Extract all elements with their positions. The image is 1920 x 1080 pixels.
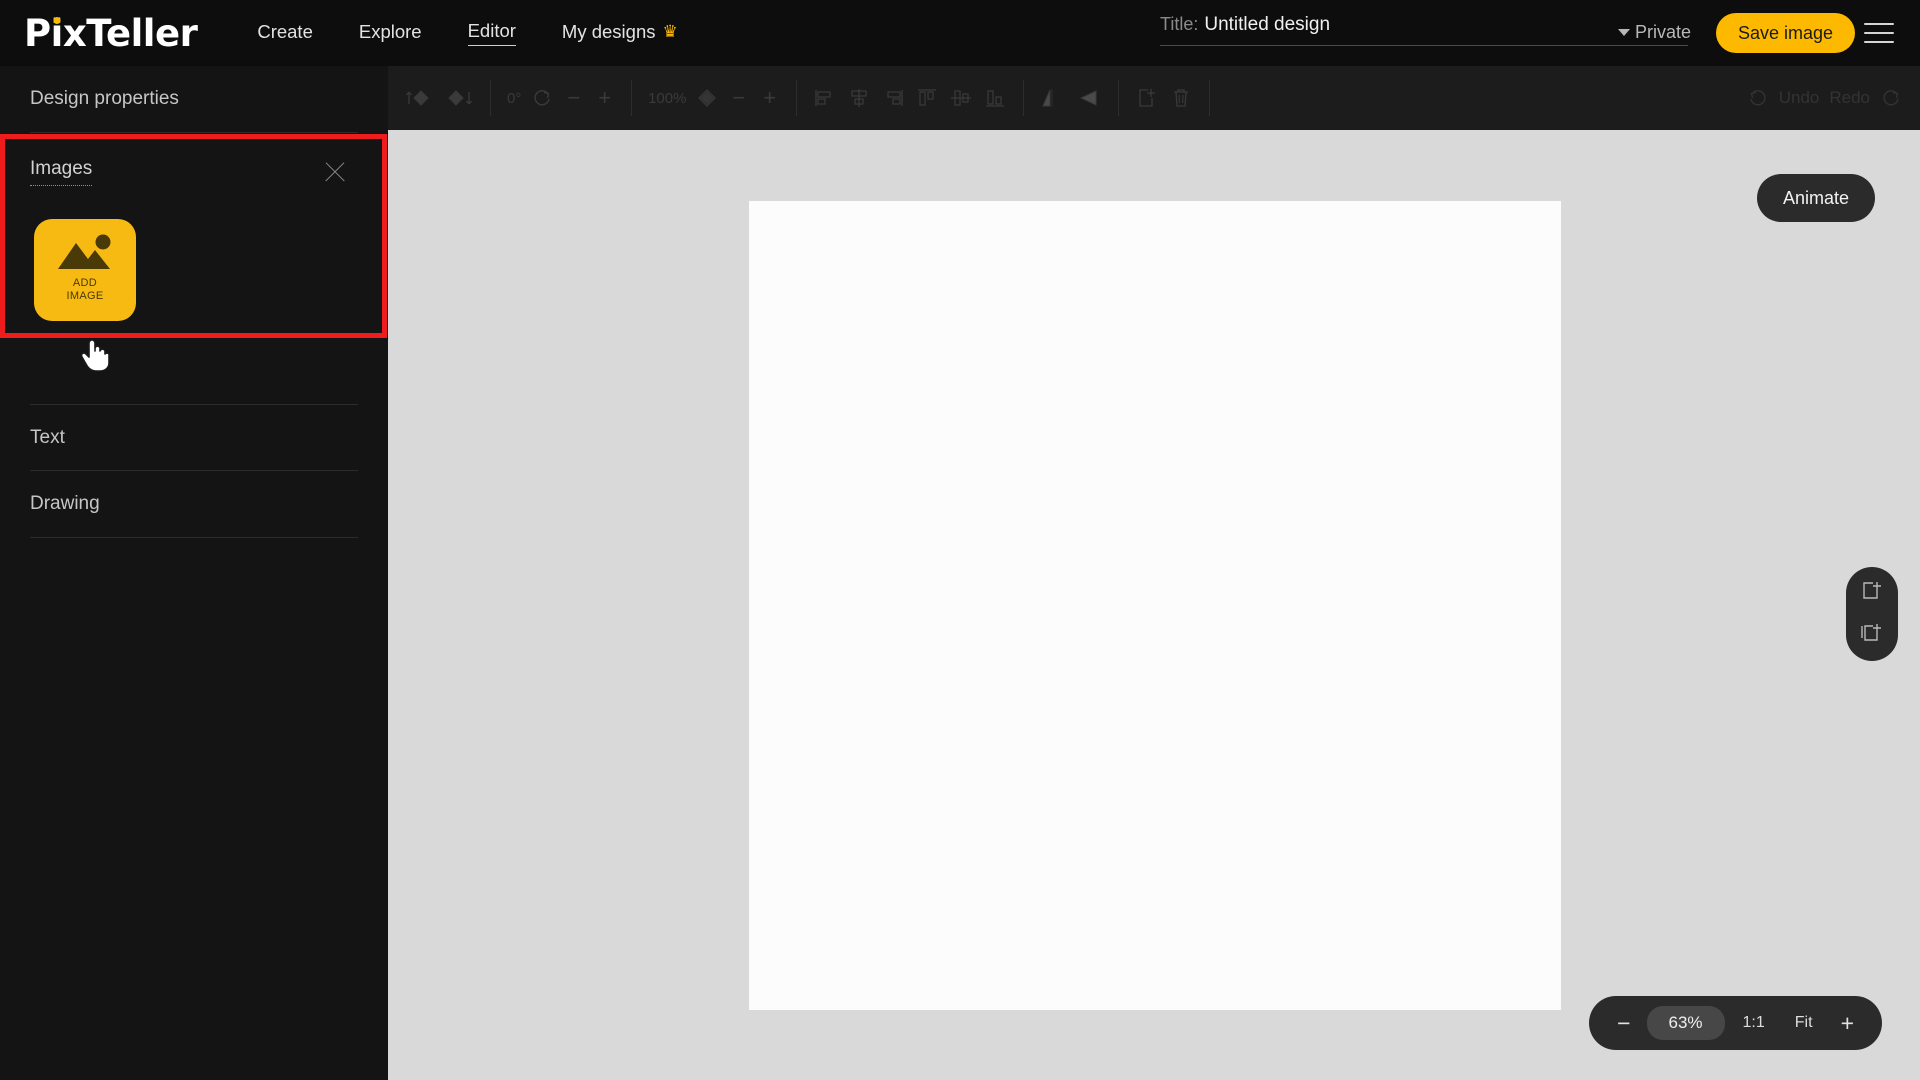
undo-redo-group: Undo Redo bbox=[1747, 87, 1902, 109]
sidebar-item-text-label: Text bbox=[30, 426, 65, 448]
align-top-icon[interactable] bbox=[915, 87, 939, 109]
nav-link-my-designs-label: My designs bbox=[561, 20, 656, 42]
toolbar-group-opacity: 100% − + bbox=[632, 80, 798, 116]
opacity-decrease-button[interactable]: − bbox=[728, 87, 749, 109]
design-title-input[interactable] bbox=[1204, 14, 1688, 36]
nav-link-explore[interactable]: Explore bbox=[359, 21, 422, 46]
sidebar-item-design-properties-label: Design properties bbox=[30, 88, 179, 109]
sidebar-item-drawing-label: Drawing bbox=[30, 493, 100, 514]
layer-send-backward-icon[interactable] bbox=[444, 87, 474, 109]
duplicate-frame-icon[interactable] bbox=[1859, 620, 1885, 649]
redo-label[interactable]: Redo bbox=[1829, 88, 1870, 108]
close-icon[interactable] bbox=[320, 157, 350, 187]
layer-bring-forward-icon[interactable] bbox=[404, 87, 434, 109]
pixteller-logo[interactable]: PixTeller bbox=[24, 11, 198, 55]
canvas-stage: Animate − 63% 1:1 Fit + bbox=[388, 130, 1920, 1080]
logo-i-dot: i bbox=[50, 11, 64, 55]
undo-arrow-icon[interactable] bbox=[1747, 87, 1769, 109]
images-panel-title: Images bbox=[30, 158, 93, 186]
privacy-dropdown[interactable]: Private bbox=[1618, 22, 1691, 43]
duplicate-object-icon[interactable] bbox=[1135, 86, 1159, 110]
zoom-out-button[interactable]: − bbox=[1607, 1011, 1640, 1035]
logo-teller-text: Teller bbox=[86, 11, 198, 55]
hamburger-menu-icon[interactable] bbox=[1864, 20, 1894, 46]
redo-arrow-icon[interactable] bbox=[1880, 87, 1902, 109]
align-right-icon[interactable] bbox=[881, 87, 905, 109]
add-image-tile-label: ADD IMAGE bbox=[67, 277, 104, 303]
toolbar-group-flip bbox=[1024, 80, 1120, 116]
toolbar-group-object bbox=[1119, 80, 1211, 116]
undo-label[interactable]: Undo bbox=[1779, 88, 1820, 108]
toolbar-group-align bbox=[797, 80, 1025, 116]
top-navigation-bar: PixTeller Create Explore Editor My desig… bbox=[0, 0, 1920, 66]
editor-toolbar: 0° − + 100% − + Undo Redo bbox=[388, 66, 1920, 130]
opacity-increase-button[interactable]: + bbox=[759, 87, 780, 109]
opacity-value: 100% bbox=[648, 89, 687, 107]
sidebar-item-text[interactable]: Text bbox=[30, 404, 358, 471]
logo-pix-text: Pix bbox=[24, 11, 87, 55]
design-canvas[interactable] bbox=[749, 201, 1561, 1010]
opacity-icon[interactable] bbox=[696, 87, 718, 109]
nav-link-create[interactable]: Create bbox=[257, 21, 313, 46]
animate-button[interactable]: Animate bbox=[1756, 174, 1875, 222]
add-image-tile[interactable]: ADD IMAGE bbox=[34, 219, 136, 321]
crown-icon: ♛ bbox=[662, 21, 678, 41]
rotation-decrease-button[interactable]: − bbox=[563, 87, 584, 109]
flip-horizontal-icon[interactable] bbox=[1040, 86, 1066, 110]
add-frame-icon[interactable] bbox=[1859, 579, 1885, 608]
zoom-control-bar: − 63% 1:1 Fit + bbox=[1589, 996, 1882, 1050]
rotation-value: 0° bbox=[507, 89, 522, 107]
flip-vertical-icon[interactable] bbox=[1076, 86, 1102, 110]
images-panel: Images ADD IMAGE bbox=[0, 134, 387, 338]
zoom-percent-value[interactable]: 63% bbox=[1646, 1006, 1725, 1040]
add-image-line2: IMAGE bbox=[66, 290, 104, 302]
photo-mountain-icon bbox=[54, 231, 116, 273]
toolbar-group-rotation: 0° − + bbox=[491, 80, 633, 116]
privacy-value: Private bbox=[1635, 22, 1692, 42]
images-panel-header: Images bbox=[5, 139, 382, 187]
rotate-icon[interactable] bbox=[531, 87, 553, 109]
align-center-horizontal-icon[interactable] bbox=[847, 87, 871, 109]
toolbar-group-layers bbox=[388, 80, 491, 116]
trash-delete-icon[interactable] bbox=[1169, 86, 1193, 110]
align-middle-vertical-icon[interactable] bbox=[949, 87, 973, 109]
chevron-down-icon bbox=[1618, 29, 1630, 36]
add-image-line1: ADD bbox=[72, 277, 98, 289]
frame-tools-panel bbox=[1846, 567, 1898, 661]
sidebar-item-design-properties[interactable]: Design properties bbox=[30, 66, 358, 133]
zoom-one-to-one-button[interactable]: 1:1 bbox=[1731, 1014, 1777, 1032]
save-image-button[interactable]: Save image bbox=[1716, 13, 1856, 53]
design-title-label: Title: bbox=[1160, 14, 1199, 34]
design-title-field-wrap: Title: bbox=[1160, 14, 1688, 46]
nav-link-editor[interactable]: Editor bbox=[467, 20, 516, 46]
zoom-in-button[interactable]: + bbox=[1831, 1011, 1864, 1035]
sidebar-item-drawing[interactable]: Drawing bbox=[30, 471, 358, 538]
zoom-fit-button[interactable]: Fit bbox=[1783, 1014, 1825, 1032]
rotation-increase-button[interactable]: + bbox=[594, 87, 615, 109]
nav-link-my-designs[interactable]: My designs ♛ bbox=[562, 21, 678, 46]
align-bottom-icon[interactable] bbox=[983, 87, 1007, 109]
main-nav-links: Create Explore Editor My designs ♛ bbox=[257, 20, 678, 46]
align-left-icon[interactable] bbox=[813, 87, 837, 109]
